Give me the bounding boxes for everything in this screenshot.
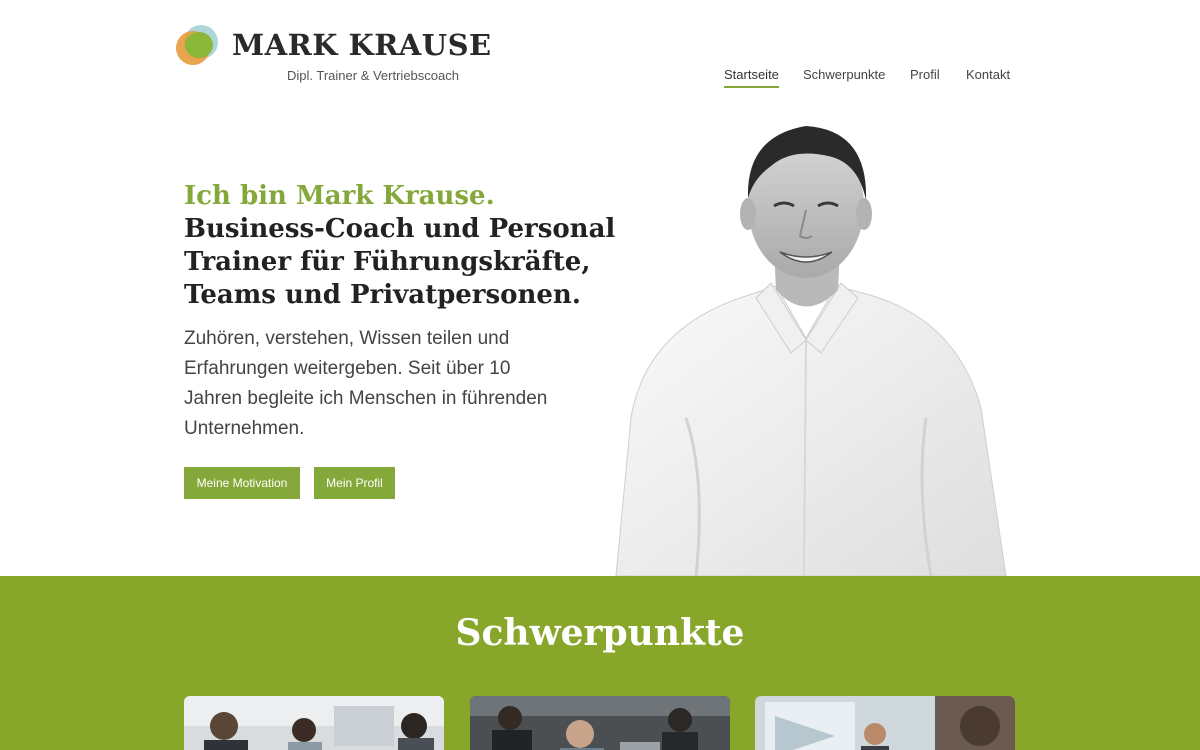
hero-intro-text: Zuhören, verstehen, Wissen teilen und Er… [184,328,548,439]
profile-button[interactable]: Mein Profil [314,467,395,499]
section-title: Schwerpunkte [455,612,745,654]
schwerpunkte-section: Schwerpunkte [0,576,1200,750]
logo-mark-icon [176,25,218,65]
site-header: MARK KRAUSE Dipl. Trainer & Vertriebscoa… [0,0,1200,110]
logo-name: MARK KRAUSE [232,28,492,62]
portrait-photo [615,126,1007,576]
presentation-photo-icon [755,696,1015,750]
active-nav-indicator [724,86,779,88]
nav-item-profil[interactable]: Profil [910,67,940,82]
office-meeting-photo-icon [470,696,730,750]
logo-subtitle: Dipl. Trainer & Vertriebscoach [287,68,459,83]
nav-item-schwerpunkte[interactable]: Schwerpunkte [803,67,885,82]
focus-card-2[interactable] [470,696,730,750]
focus-card-1[interactable] [184,696,444,750]
nav-item-startseite[interactable]: Startseite [724,67,779,88]
motivation-button[interactable]: Meine Motivation [184,467,300,499]
hero-headline: Ich bin Mark Krause. Business-Coach und … [184,180,624,312]
nav-item-kontakt[interactable]: Kontakt [966,67,1010,82]
logo[interactable]: MARK KRAUSE Dipl. Trainer & Vertriebscoa… [176,22,491,92]
hero-headline-rest: Business-Coach und Personal Trainer für … [184,214,616,310]
focus-card-3[interactable] [755,696,1015,750]
nav-item-label: Startseite [724,67,779,82]
team-workshop-photo-icon [184,696,444,750]
hero-headline-accent: Ich bin Mark Krause. [184,181,495,211]
page: MARK KRAUSE Dipl. Trainer & Vertriebscoa… [0,0,1200,750]
